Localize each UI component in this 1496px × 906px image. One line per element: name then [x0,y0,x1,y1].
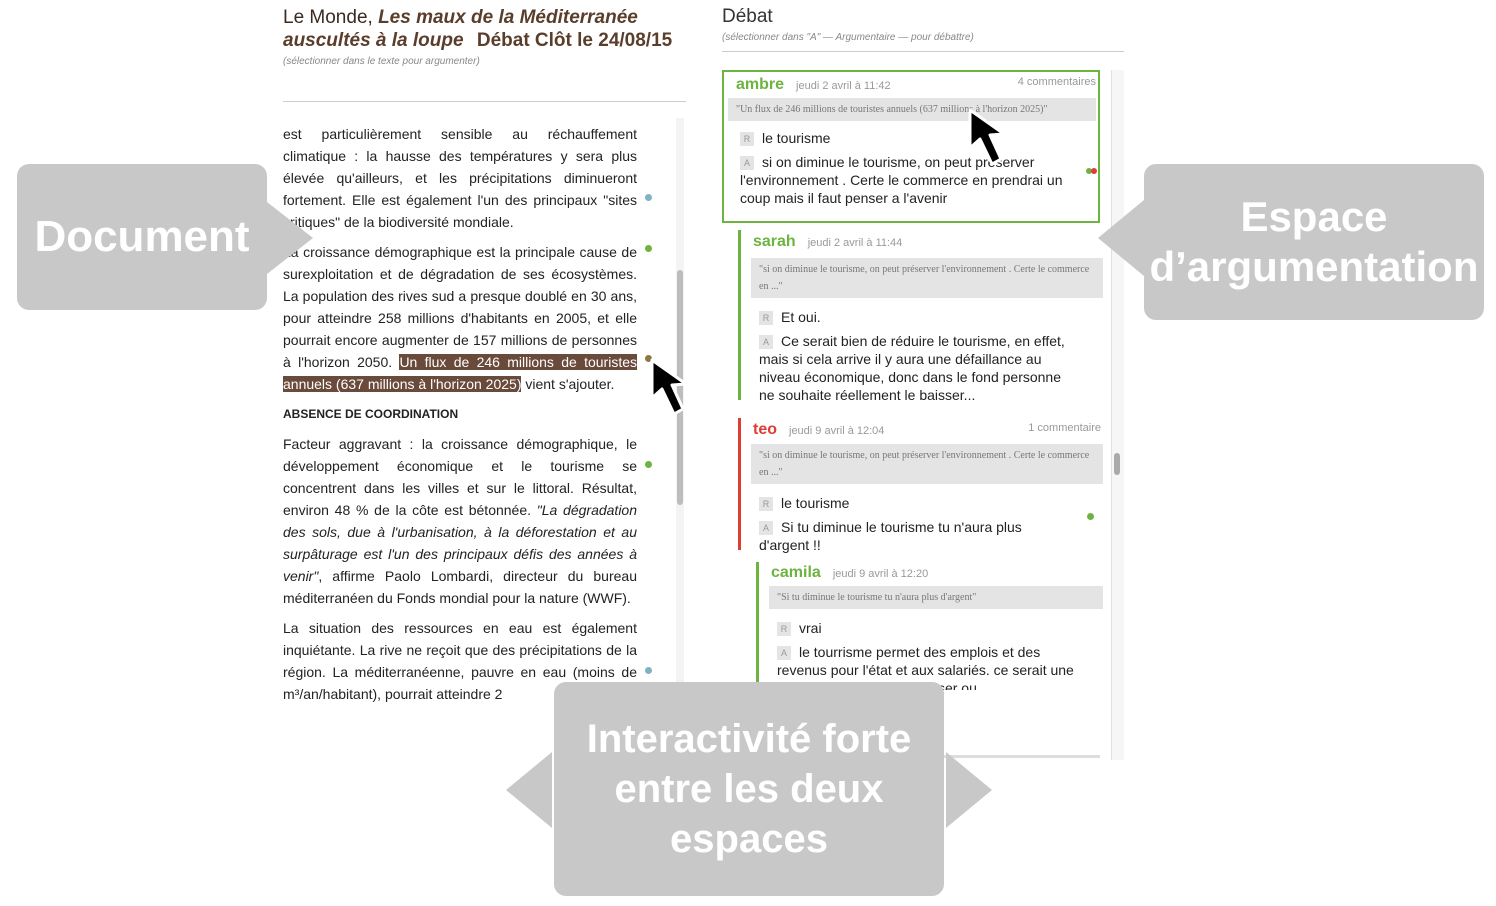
debate-status: Débat Clôt le 24/08/15 [476,30,673,51]
comment-r-row: R Et oui. [741,308,1103,326]
a-tag: A [759,335,773,349]
a-tag: A [740,156,754,170]
comment-r-text: le tourisme [762,130,831,146]
debate-hint: (sélectionner dans "A" — Argumentaire — … [722,32,974,43]
interactivity-label-overlay: Interactivité forte entre les deux espac… [554,682,944,896]
document-source: Le Monde, [283,7,373,28]
arrow-left-icon [1098,200,1144,276]
paragraph-text[interactable]: La croissance démographique est la princ… [283,244,637,370]
comment-card[interactable]: ambre jeudi 2 avril à 11:42 4 commentaire… [722,70,1100,223]
comment-card[interactable]: sarah jeudi 2 avril à 11:44 "si on diminu… [738,230,1103,403]
paragraph[interactable]: est particulièrement sensible au réchauf… [283,123,637,233]
comment-date: jeudi 2 avril à 11:42 [796,80,891,92]
status-dot-red [1091,168,1097,174]
interactivity-label: Interactivité forte entre les deux espac… [586,717,912,861]
a-tag: A [759,521,773,535]
comment-card[interactable]: teo jeudi 9 avril à 12:04 1 commentaire "… [738,418,1103,553]
arrow-left-icon [506,752,552,828]
comment-author[interactable]: ambre [736,76,784,93]
comment-author[interactable]: camila [771,564,821,581]
debate-header: Débat (sélectionner dans "A" — Argumenta… [722,6,1124,43]
debate-divider [722,51,1124,52]
argumentation-label-overlay: Espace d’argumentation [1144,164,1484,320]
r-tag: R [759,311,773,325]
document-text[interactable]: est particulièrement sensible au réchauf… [283,118,637,770]
mouse-cursor-icon [968,108,1006,166]
comment-r-row: Rvrai [759,619,1103,637]
comment-quote[interactable]: "si on diminue le tourisme, on peut prés… [751,444,1103,484]
debate-scrollbar[interactable] [1114,453,1120,475]
paragraph-marker-dot[interactable] [645,245,652,252]
paragraph-marker-dot[interactable] [645,667,652,674]
paragraph[interactable]: La croissance démographique est la princ… [283,241,637,395]
comment-author[interactable]: teo [753,421,777,438]
comment-a-row[interactable]: Asi on diminue le tourisme, on peut prés… [724,153,1098,207]
status-dot-green [1087,513,1094,520]
comment-quote[interactable]: "Un flux de 246 millions de touristes an… [728,98,1096,121]
comment-r-text: le tourisme [781,495,850,511]
document-label: Document [34,212,250,261]
argumentation-label: Espace d’argumentation [1149,193,1479,290]
section-heading: ABSENCE DE COORDINATION [283,407,459,421]
paragraph-text[interactable]: vient s'ajouter. [525,376,614,392]
a-tag: A [777,646,791,660]
document-divider [283,101,686,102]
paragraph-text[interactable]: , affirme Paolo Lombardi, directeur du b… [283,568,637,606]
comment-r-text: vrai [799,620,822,636]
document-label-overlay: Document [17,164,267,310]
document-header: Le Monde, Les maux de la Méditerranée au… [283,6,686,67]
comment-date: jeudi 9 avril à 12:04 [789,425,885,437]
paragraph[interactable]: Facteur aggravant : la croissance démogr… [283,433,637,609]
comment-r-text: Et oui. [781,309,821,325]
comment-a-text[interactable]: Ce serait bien de réduire le tourisme, e… [759,333,1065,403]
debate-title: Débat [722,6,773,27]
comment-r-row: Rle tourisme [724,129,1098,147]
mouse-cursor-icon [650,358,688,416]
document-hint: (sélectionner dans le texte pour argumen… [283,56,480,67]
r-tag: R [759,497,773,511]
document-title: Le Monde, Les maux de la Méditerranée au… [283,6,686,52]
comment-count[interactable]: 4 commentaires [1018,76,1096,88]
paragraph-marker-dot[interactable] [645,194,652,201]
r-tag: R [777,622,791,636]
comment-quote[interactable]: "si on diminue le tourisme, on peut prés… [751,258,1103,298]
comment-card[interactable]: camila jeudi 9 avril à 12:20 "Si tu dimin… [756,562,1103,690]
comment-a-row[interactable]: A Ce serait bien de réduire le tourisme, … [741,332,1103,404]
comment-quote[interactable]: "Si tu diminue le tourisme tu n'aura plu… [769,586,1103,609]
paragraph-marker-dot[interactable] [645,461,652,468]
comment-a-text[interactable]: Si tu diminue le tourisme tu n'aura plus… [759,519,1022,553]
comment-author[interactable]: sarah [753,233,796,250]
debate-scroll-track[interactable] [1111,70,1124,760]
comment-r-row: Rle tourisme [741,494,1103,512]
comment-count[interactable]: 1 commentaire [1028,422,1101,434]
comment-date: jeudi 2 avril à 11:44 [807,237,903,249]
r-tag: R [740,132,754,146]
comment-date: jeudi 9 avril à 12:20 [832,568,929,580]
comment-a-row[interactable]: A Si tu diminue le tourisme tu n'aura plu… [741,518,1103,554]
arrow-right-icon [946,752,992,828]
arrow-right-icon [267,202,313,274]
